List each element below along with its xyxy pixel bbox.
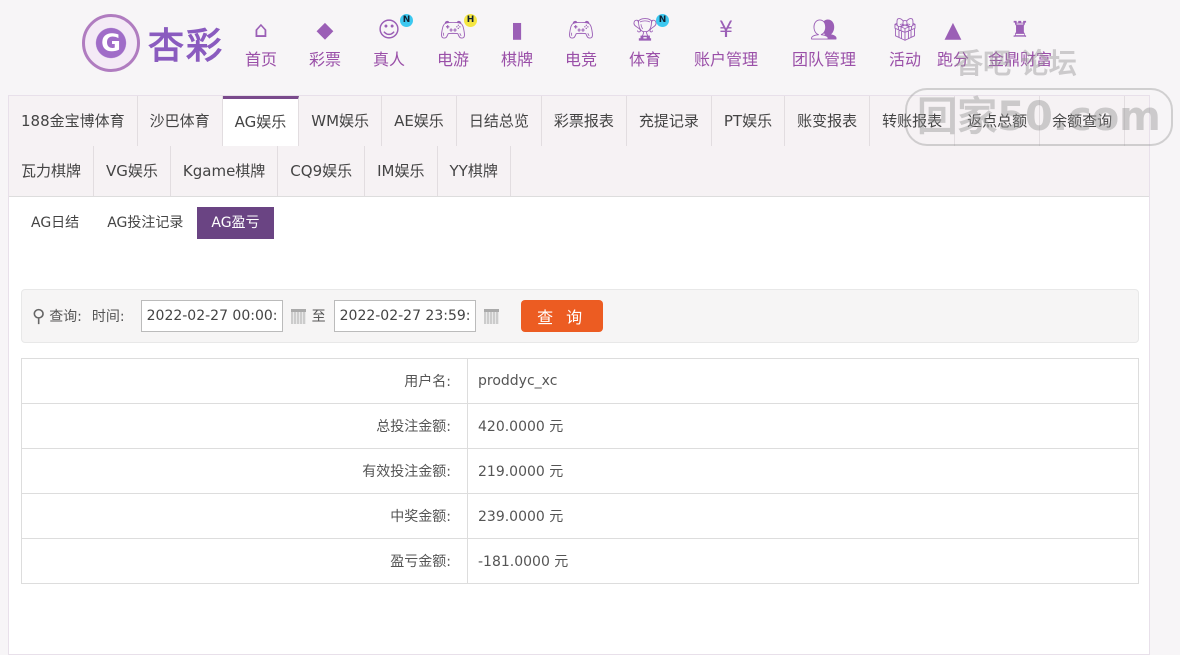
tab[interactable]: VG娱乐 [94, 146, 171, 196]
nav-label: 首页 [244, 50, 278, 69]
tab[interactable]: 余额查询 [1040, 96, 1126, 146]
nav-label: 电游 [436, 50, 470, 69]
tab[interactable]: AG娱乐 [222, 96, 300, 146]
cards-icon: ▮ [510, 18, 524, 43]
tab[interactable]: Kgame棋牌 [171, 146, 279, 196]
nav-label: 金鼎财富 [987, 50, 1053, 69]
nav-label: 体育 [628, 50, 662, 69]
gamepad-icon: 🎮︎ H [437, 14, 478, 44]
row-value: proddyc_xc [467, 358, 1139, 404]
live-dealer-icon: ☺ N [373, 14, 414, 44]
nav-item[interactable]: 🎮︎ 电竞 [565, 18, 597, 70]
gift-icon: 🎁︎ [891, 18, 919, 43]
row-label: 用户名: [21, 358, 468, 404]
badge: N [656, 14, 670, 27]
row-value: 239.0000 元 [467, 493, 1139, 539]
nav-item[interactable]: 🏆︎ N 体育 [628, 14, 670, 70]
query-button[interactable]: 查 询 [520, 300, 603, 332]
tab[interactable]: 账变报表 [785, 96, 871, 146]
nav-item[interactable]: ⌂ 首页 [245, 18, 277, 70]
row-label: 总投注金额: [21, 403, 468, 449]
row-value: -181.0000 元 [467, 538, 1139, 584]
tab[interactable]: CQ9娱乐 [278, 146, 366, 196]
time-label: 时间: [91, 309, 125, 325]
sub-tab[interactable]: AG日结 [17, 207, 93, 239]
main-panel: 188金宝博体育 沙巴体育 AG娱乐 WM娱乐 AE娱乐 日结总览 彩票报表 充提记录 PT娱乐… [8, 95, 1150, 655]
nav-item[interactable]: ▲ 跑分 [937, 18, 969, 70]
tab[interactable]: IM娱乐 [365, 146, 438, 196]
home-icon: ⌂ [254, 18, 268, 43]
nav-label: 活动 [888, 50, 922, 69]
trophy-icon: 🏆︎ N [629, 14, 670, 44]
nav-label: 电竞 [564, 50, 598, 69]
logo[interactable]: G 杏彩 [82, 14, 224, 72]
tab[interactable]: 充提记录 [627, 96, 712, 146]
table-row: 总投注金额: 420.0000 元 [21, 403, 1139, 449]
start-time-input[interactable] [140, 300, 283, 332]
range-separator: 至 [311, 309, 326, 325]
calendar-icon[interactable] [483, 308, 499, 324]
nav-label: 跑分 [936, 50, 970, 69]
tab[interactable]: 日结总览 [457, 96, 542, 146]
nav-item[interactable]: 👥︎ 团队管理 [792, 18, 856, 70]
sub-tab[interactable]: AG盈亏 [197, 207, 274, 239]
team-icon: 👥︎ [810, 18, 838, 43]
tab[interactable]: 彩票报表 [542, 96, 627, 146]
tab[interactable]: YY棋牌 [438, 146, 511, 196]
nav-label: 账户管理 [693, 50, 759, 69]
logo-mark-icon: G [82, 14, 140, 72]
row-label: 中奖金额: [21, 493, 468, 539]
row-value: 219.0000 元 [467, 448, 1139, 494]
nav-item[interactable]: 🎮︎ H 电游 [436, 14, 478, 70]
nav-label: 棋牌 [500, 50, 534, 69]
header: G 杏彩 ⌂ 首页 ◆ 彩票 ☺ N 真人 🎮︎ H 电游 ▮ 棋牌 🎮︎ 电竞 🏆︎ N 体育 ¥ 账户管理 👥︎ 团… [0, 0, 1180, 95]
profit-loss-table: 用户名: proddyc_xc 总投注金额: 420.0000 元有效投注金额: 219… [21, 358, 1139, 584]
table-row: 有效投注金额: 219.0000 元 [21, 448, 1139, 494]
nav-label: 真人 [372, 50, 406, 69]
nav-item[interactable]: ▮ 棋牌 [501, 18, 533, 70]
table-row: 盈亏金额: -181.0000 元 [21, 538, 1139, 584]
sub-tab[interactable]: AG投注记录 [93, 207, 197, 239]
nav-item[interactable]: ◆ 彩票 [309, 18, 341, 70]
yen-coin-icon: ¥ [718, 18, 733, 43]
gamepad-icon: 🎮︎ [567, 18, 595, 43]
cauldron-icon: ♜ [1010, 18, 1030, 43]
calendar-icon[interactable] [290, 308, 306, 324]
tab[interactable]: 瓦力棋牌 [9, 146, 95, 196]
sub-tabs: AG日结 AG投注记录 AG盈亏 [17, 207, 1149, 239]
tab[interactable]: 沙巴体育 [138, 96, 223, 146]
badge: N [400, 14, 414, 27]
nav-item[interactable]: ¥ 账户管理 [694, 18, 758, 70]
row-label: 有效投注金额: [21, 448, 468, 494]
row-label: 盈亏金额: [21, 538, 468, 584]
nav-label: 彩票 [308, 50, 342, 69]
nav-item[interactable]: ♜ 金鼎财富 [988, 18, 1052, 70]
report-tabs: 188金宝博体育 沙巴体育 AG娱乐 WM娱乐 AE娱乐 日结总览 彩票报表 充提记录 PT娱乐… [9, 96, 1149, 197]
flame-icon: ▲ [944, 18, 962, 43]
tab[interactable]: WM娱乐 [299, 96, 383, 146]
logo-text: 杏彩 [148, 26, 225, 67]
nav-label: 团队管理 [791, 50, 857, 69]
row-value: 420.0000 元 [467, 403, 1139, 449]
tab[interactable]: 转账报表 [870, 96, 956, 146]
nav-item[interactable]: ☺ N 真人 [372, 14, 414, 70]
tab[interactable]: 188金宝博体育 [9, 96, 138, 146]
table-row: 中奖金额: 239.0000 元 [21, 493, 1139, 539]
tab[interactable]: 返点总额 [955, 96, 1041, 146]
nav-item[interactable]: 🎁︎ 活动 [889, 18, 921, 70]
tab[interactable]: PT娱乐 [712, 96, 786, 146]
ticket-icon: ◆ [316, 18, 334, 43]
badge: H [464, 14, 478, 27]
table-row: 用户名: proddyc_xc [21, 358, 1139, 404]
search-icon: ⚲ [32, 305, 46, 327]
end-time-input[interactable] [333, 300, 476, 332]
query-label: 查询: [49, 309, 82, 325]
query-bar: ⚲ 查询: 时间: 至 查 询 [21, 289, 1139, 343]
tab[interactable]: AE娱乐 [382, 96, 457, 146]
